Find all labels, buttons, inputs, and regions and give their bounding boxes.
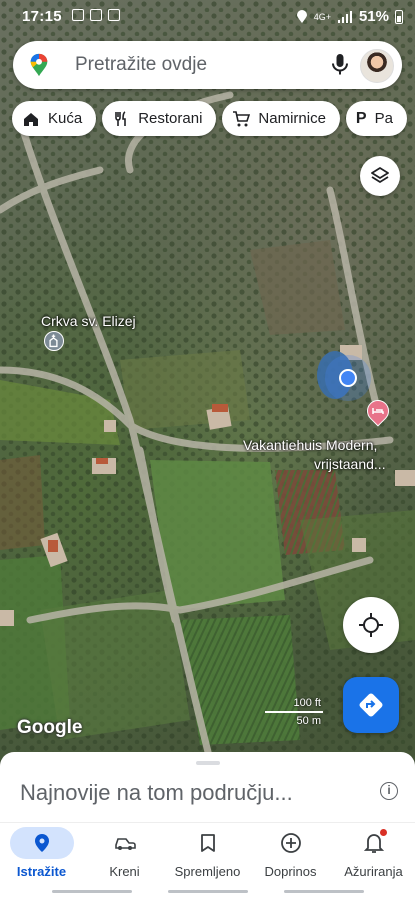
maps-logo-icon <box>30 53 48 77</box>
nav-saved-label: Spremljeno <box>174 864 241 879</box>
network-type: 4G+ <box>313 11 331 22</box>
signal-icon <box>337 10 352 23</box>
status-bar: 17:15 4G+ 51% <box>0 0 415 34</box>
search-bar[interactable]: Pretražite ovdje <box>13 41 402 89</box>
layers-icon <box>371 167 389 183</box>
gallery-icon <box>90 9 102 21</box>
directions-icon <box>359 693 383 717</box>
chip-home[interactable]: Kuća <box>12 101 97 136</box>
avatar[interactable] <box>360 49 394 83</box>
nav-saved[interactable]: Spremljeno <box>166 827 249 879</box>
info-icon[interactable]: i <box>380 782 398 800</box>
status-time: 17:15 <box>22 8 62 25</box>
gesture-home[interactable] <box>168 890 248 893</box>
battery-icon <box>395 9 403 24</box>
place-label-hotel-line2[interactable]: vrijstaand... <box>314 455 386 473</box>
microphone-icon[interactable] <box>328 52 352 78</box>
sheet-drag-handle[interactable] <box>196 761 220 765</box>
gesture-back[interactable] <box>52 890 132 893</box>
place-label-hotel-line1[interactable]: Vakantiehuis Modern, <box>243 436 377 454</box>
category-chips: Kuća Restorani Namirnice P Pa <box>12 101 407 136</box>
crosshair-icon <box>359 613 383 637</box>
chip-groceries-label: Namirnice <box>258 110 326 127</box>
cart-icon <box>233 110 251 126</box>
notification-icon <box>72 9 84 21</box>
my-location-button[interactable] <box>343 597 399 653</box>
nav-explore[interactable]: Istražite <box>0 827 83 879</box>
search-placeholder[interactable]: Pretražite ovdje <box>75 54 207 76</box>
nav-updates[interactable]: Ažuriranja <box>332 827 415 879</box>
restaurant-icon <box>115 110 127 126</box>
google-logo: Google <box>17 717 83 738</box>
my-location-dot <box>339 369 357 387</box>
layers-button[interactable] <box>360 156 400 196</box>
chip-restaurants[interactable]: Restorani <box>102 101 217 136</box>
status-notification-icons <box>72 9 120 21</box>
status-right: 4G+ 51% <box>296 8 403 25</box>
explore-sheet[interactable]: Najnovije na tom području... i <box>0 752 415 822</box>
explore-pin-icon <box>9 827 74 859</box>
nav-go-label: Kreni <box>109 864 140 879</box>
chip-parking[interactable]: P Pa <box>345 101 407 136</box>
church-marker-icon[interactable] <box>44 331 64 351</box>
map-scale: 100 ft 50 m <box>265 697 323 731</box>
car-icon <box>83 827 166 859</box>
nav-explore-label: Istražite <box>16 864 67 879</box>
nav-contribute-label: Doprinos <box>264 864 317 879</box>
battery-percent: 51% <box>358 8 389 25</box>
chip-groceries[interactable]: Namirnice <box>222 101 340 136</box>
scale-metric: 50 m <box>296 715 321 727</box>
scale-bar <box>265 711 323 713</box>
parking-icon: P <box>355 109 367 127</box>
sheet-title[interactable]: Najnovije na tom području... <box>20 780 293 806</box>
add-circle-icon <box>249 827 332 859</box>
nav-updates-label: Ažuriranja <box>344 864 403 879</box>
chip-parking-label: Pa <box>374 110 393 127</box>
check-icon <box>108 9 120 21</box>
directions-button[interactable] <box>343 677 399 733</box>
place-label-church[interactable]: Crkva sv. Elizej <box>41 312 136 330</box>
notification-dot <box>380 829 387 836</box>
gesture-recents[interactable] <box>284 890 364 893</box>
chip-home-label: Kuća <box>48 110 83 127</box>
nav-contribute[interactable]: Doprinos <box>249 827 332 879</box>
home-icon <box>24 112 38 126</box>
bookmark-icon <box>166 827 249 859</box>
chip-restaurants-label: Restorani <box>138 110 203 127</box>
location-icon <box>296 9 307 23</box>
bell-icon <box>332 827 415 859</box>
nav-go[interactable]: Kreni <box>83 827 166 879</box>
scale-imperial: 100 ft <box>293 697 321 709</box>
